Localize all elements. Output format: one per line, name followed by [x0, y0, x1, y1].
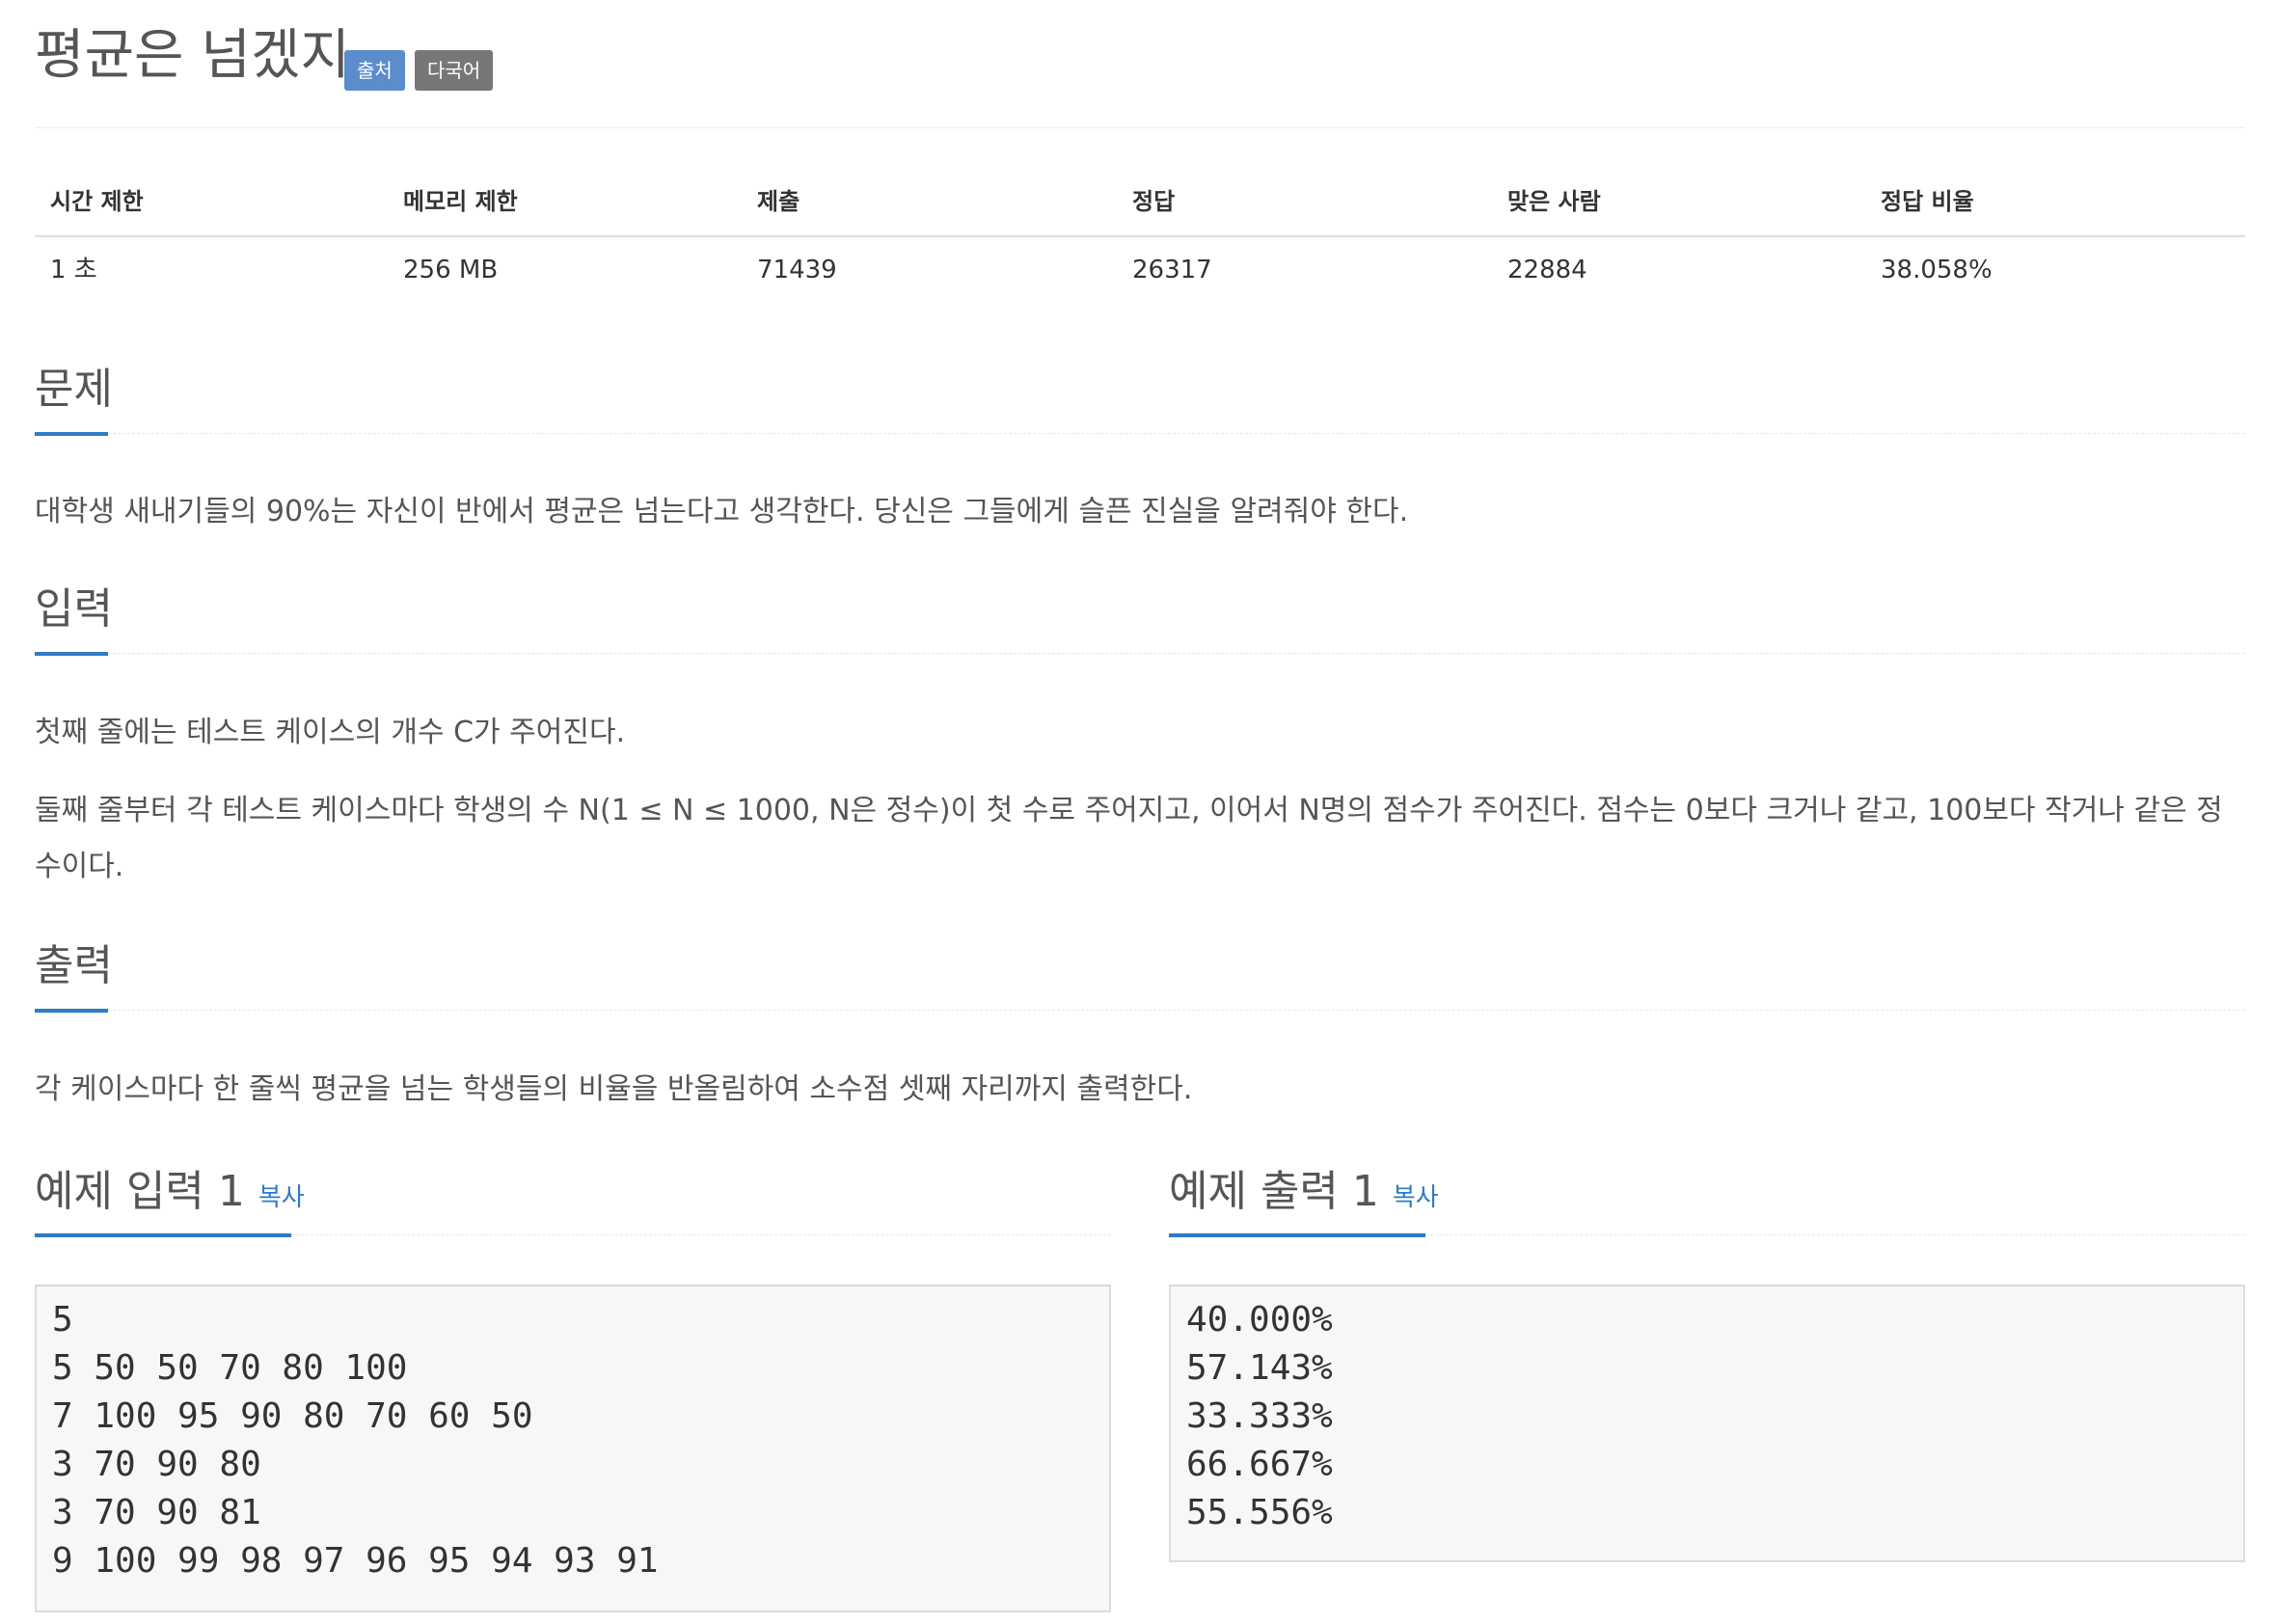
sample-input-line: 7 100 95 90 80 70 60 50	[52, 1396, 533, 1436]
description-divider	[108, 433, 2245, 434]
sample-output-divider	[1425, 1234, 2245, 1235]
stats-header-memory-limit: 메모리 제한	[403, 188, 518, 215]
sample-output-line: 40.000%	[1186, 1300, 1333, 1340]
stats-header-solvers: 맞은 사람	[1507, 188, 1601, 215]
stats-header-submissions: 제출	[757, 188, 800, 215]
sample-output-box[interactable]: 40.000% 57.143% 33.333% 66.667% 55.556%	[1169, 1285, 2245, 1562]
multilang-label[interactable]: 다국어	[415, 50, 494, 91]
sample-input-line: 9 100 99 98 97 96 95 94 93 91	[52, 1541, 659, 1581]
input-text-1: 첫째 줄에는 테스트 케이스의 개수 C가 주어진다.	[35, 716, 626, 749]
stats-solvers[interactable]: 22884	[1507, 253, 1587, 287]
sample-output-line: 33.333%	[1186, 1396, 1333, 1436]
sample-output-line: 66.667%	[1186, 1445, 1333, 1484]
sample-output-line: 55.556%	[1186, 1493, 1333, 1532]
input-text-2: 둘째 줄부터 각 테스트 케이스마다 학생의 수 N(1 ≤ N ≤ 1000,…	[35, 794, 2223, 883]
stats-ratio: 38.058%	[1881, 256, 1993, 284]
sample-input-line: 3 70 90 81	[52, 1493, 261, 1532]
stats-submissions[interactable]: 71439	[757, 253, 837, 287]
stats-header-ratio: 정답 비율	[1881, 188, 1974, 215]
sample-input-line: 3 70 90 80	[52, 1445, 261, 1484]
description-title: 문제	[35, 365, 113, 414]
source-label[interactable]: 출처	[344, 50, 405, 91]
sample-output-heading: 예제 출력 1 복사	[1169, 1165, 1439, 1225]
problem-title: 평균은 넘겠지	[35, 24, 350, 87]
sample-output-underline	[1169, 1233, 1425, 1237]
description-title-underline	[35, 432, 108, 436]
input-divider	[108, 653, 2245, 654]
output-title: 출력	[35, 941, 113, 990]
sample-input-box[interactable]: 5 5 50 50 70 80 100 7 100 95 90 80 70 60 5…	[35, 1285, 1111, 1612]
description-text: 대학생 새내기들의 90%는 자신이 반에서 평균은 넘는다고 생각한다. 당신…	[35, 495, 1409, 528]
output-divider	[108, 1010, 2245, 1011]
sample-output-line: 57.143%	[1186, 1348, 1333, 1388]
stats-header-accepted: 정답	[1132, 188, 1176, 215]
stats-memory-limit: 256 MB	[403, 256, 499, 284]
sample-input-underline	[35, 1233, 291, 1237]
copy-sample-output-button[interactable]: 복사	[1393, 1183, 1439, 1212]
output-title-underline	[35, 1009, 108, 1013]
stats-header-divider	[35, 235, 2245, 237]
sample-input-heading: 예제 입력 1 복사	[35, 1165, 305, 1225]
sample-input-line: 5	[52, 1300, 73, 1340]
sample-output-title: 예제 출력 1	[1169, 1167, 1379, 1216]
sample-input-line: 5 50 50 70 80 100	[52, 1348, 408, 1388]
input-title: 입력	[35, 584, 113, 634]
stats-accepted[interactable]: 26317	[1132, 253, 1212, 287]
input-title-underline	[35, 652, 108, 656]
title-divider	[35, 127, 2245, 128]
sample-input-divider	[291, 1234, 1111, 1235]
output-text: 각 케이스마다 한 줄씩 평균을 넘는 학생들의 비율을 반올림하여 소수점 셋…	[35, 1072, 1193, 1106]
problem-page: 평균은 넘겠지 출처 다국어 시간 제한 메모리 제한 제출 정답 맞은 사람 …	[0, 0, 2278, 1624]
stats-header-time-limit: 시간 제한	[50, 188, 144, 215]
sample-input-title: 예제 입력 1	[35, 1167, 245, 1216]
copy-sample-input-button[interactable]: 복사	[258, 1183, 305, 1212]
stats-time-limit: 1 초	[50, 256, 97, 284]
